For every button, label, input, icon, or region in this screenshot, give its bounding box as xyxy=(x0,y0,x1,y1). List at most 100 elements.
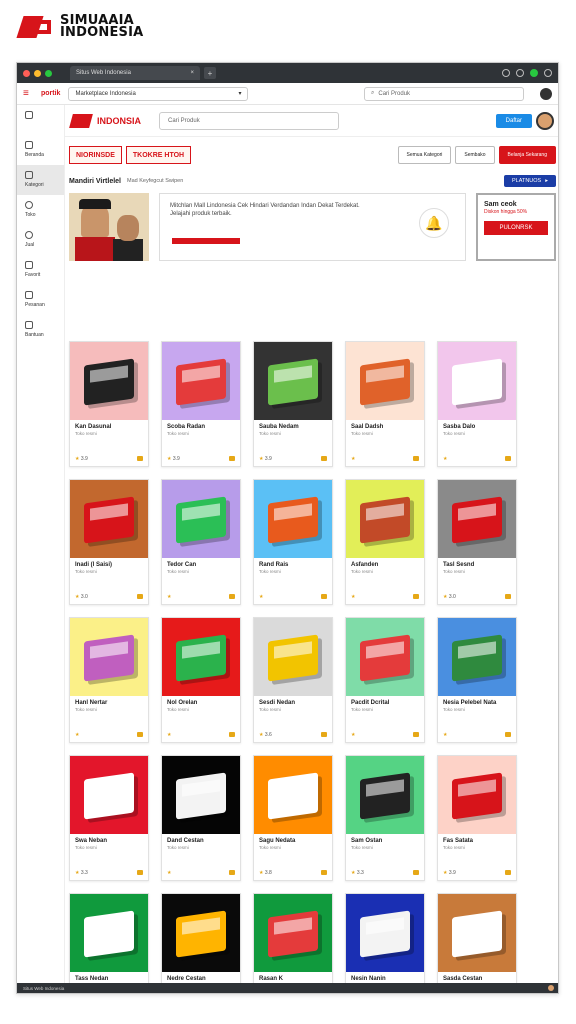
product-name: Tass Nedan xyxy=(75,976,109,982)
site-search-input[interactable]: Cari Produk xyxy=(159,111,340,130)
sidebar-item-jual[interactable]: Jual xyxy=(17,225,64,255)
store-icon xyxy=(25,201,33,209)
box-icon xyxy=(162,756,240,834)
product-card[interactable]: Sam Ostan Toko resmi ★ 3.3 xyxy=(345,755,425,881)
product-card[interactable]: Sasda CestanToko resmi★ xyxy=(437,893,517,993)
product-card[interactable]: Rand Rais Toko resmi ★ xyxy=(253,479,333,605)
extension-icon[interactable] xyxy=(516,69,524,77)
product-card[interactable]: Tass NedanToko resmi★ xyxy=(69,893,149,993)
promo-card: Sam ceok Diskon hingga 50% PULONRSK xyxy=(476,193,556,261)
cart-icon[interactable] xyxy=(413,870,419,875)
cart-icon[interactable] xyxy=(137,870,143,875)
address-search-input[interactable]: ⌕ Cari Produk xyxy=(364,86,524,101)
cart-icon[interactable] xyxy=(137,732,143,737)
product-name: Rasan K xyxy=(259,976,284,982)
product-card[interactable]: Kan Dasunal Toko resmi ★ 3.9 xyxy=(69,341,149,467)
product-card[interactable]: Saal Dadsh Toko resmi ★ xyxy=(345,341,425,467)
cart-icon[interactable] xyxy=(229,870,235,875)
product-card[interactable]: Pacdit Dcrital Toko resmi ★ xyxy=(345,617,425,743)
box-icon xyxy=(70,894,148,972)
tag-chip-1[interactable]: NIORINSDE xyxy=(69,146,122,164)
product-card[interactable]: Nol Orelan Toko resmi ★ xyxy=(161,617,241,743)
product-card[interactable]: Sesdi Nedan Toko resmi ★ 3.6 xyxy=(253,617,333,743)
sidebar-item-home[interactable] xyxy=(17,105,64,135)
profile-icon[interactable] xyxy=(530,69,538,77)
product-card[interactable]: Sagu Nedata Toko resmi ★ 3.8 xyxy=(253,755,333,881)
tag-chip-2[interactable]: TKOKRE HTOH xyxy=(125,146,192,164)
cart-icon[interactable] xyxy=(413,732,419,737)
brand-mark-icon xyxy=(16,14,54,40)
browser-tab[interactable]: Situs Web Indonesia × xyxy=(70,66,200,80)
filter-pill-label: Sembako xyxy=(464,152,486,158)
product-name: Tasl Sesnd xyxy=(443,562,475,568)
sidebar-item-beranda[interactable]: Beranda xyxy=(17,135,64,165)
bell-icon[interactable]: 🔔 xyxy=(419,208,449,238)
reload-icon[interactable] xyxy=(502,69,510,77)
filter-pill-sembako[interactable]: Sembako xyxy=(455,146,495,164)
site-logo[interactable]: INDONSIA xyxy=(69,113,141,128)
product-footer: ★ xyxy=(351,594,419,600)
product-card[interactable]: Inadi (l Saisi) Toko resmi ★ 3.0 xyxy=(69,479,149,605)
minimize-window-icon[interactable] xyxy=(34,69,41,77)
cart-icon[interactable] xyxy=(321,870,327,875)
cart-icon[interactable] xyxy=(321,732,327,737)
cart-icon[interactable] xyxy=(137,456,143,461)
cart-icon[interactable] xyxy=(321,456,327,461)
plant-icon xyxy=(254,894,332,972)
product-footer: ★ 3.8 xyxy=(259,870,327,876)
cart-icon[interactable] xyxy=(505,456,511,461)
cart-icon[interactable] xyxy=(505,594,511,599)
cart-icon[interactable] xyxy=(413,456,419,461)
menu-more-icon[interactable] xyxy=(544,69,552,77)
product-card[interactable]: Hanl Nertar Toko resmi ★ xyxy=(69,617,149,743)
product-card[interactable]: Tasl Sesnd Toko resmi ★ 3.0 xyxy=(437,479,517,605)
product-card[interactable]: Scoba Radan Toko resmi ★ 3.9 xyxy=(161,341,241,467)
sidebar-item-favorit[interactable]: Favorit xyxy=(17,255,64,285)
hamburger-menu-icon[interactable]: ≡ xyxy=(23,88,33,99)
cart-icon[interactable] xyxy=(505,732,511,737)
product-card[interactable]: Fas Satata Toko resmi ★ 3.9 xyxy=(437,755,517,881)
cart-icon[interactable] xyxy=(505,870,511,875)
maximize-window-icon[interactable] xyxy=(45,69,52,77)
cart-icon[interactable] xyxy=(413,594,419,599)
close-window-icon[interactable] xyxy=(23,69,30,77)
product-card[interactable]: Dand Cestan Toko resmi ★ xyxy=(161,755,241,881)
tab-close-icon[interactable]: × xyxy=(190,70,194,76)
sidebar-item-kategori[interactable]: Kategori xyxy=(17,165,64,195)
kiosk-icon xyxy=(438,342,516,420)
cart-icon[interactable] xyxy=(229,456,235,461)
product-card[interactable]: Nesin NaninToko resmi★ xyxy=(345,893,425,993)
sidebar-item-toko[interactable]: Toko xyxy=(17,195,64,225)
cart-icon[interactable] xyxy=(137,594,143,599)
sidebar-item-pesanan[interactable]: Pesanan xyxy=(17,285,64,315)
new-tab-icon[interactable]: + xyxy=(204,67,216,79)
site-word: portik xyxy=(41,90,61,97)
product-footer: ★ xyxy=(443,456,511,462)
category-select[interactable]: Marketplace Indonesia ▾ xyxy=(68,86,249,101)
cart-icon[interactable] xyxy=(321,594,327,599)
signup-button[interactable]: Daftar xyxy=(495,113,532,128)
product-card[interactable]: Sauba Nedam Toko resmi ★ 3.9 xyxy=(253,341,333,467)
cart-icon[interactable] xyxy=(229,594,235,599)
shop-now-button[interactable]: Belanja Sekarang xyxy=(498,146,556,164)
market-icon xyxy=(346,342,424,420)
product-card[interactable]: Rasan KToko resmi★ xyxy=(253,893,333,993)
box-icon xyxy=(346,894,424,972)
cart-icon[interactable] xyxy=(229,732,235,737)
product-card[interactable]: Nesia Pelebel Nata Toko resmi ★ xyxy=(437,617,517,743)
sidebar-item-bantuan[interactable]: Bantuan xyxy=(17,315,64,345)
user-avatar-small[interactable] xyxy=(540,87,552,100)
product-card[interactable]: Swa Neban Toko resmi ★ 3.3 xyxy=(69,755,149,881)
filter-pill-all[interactable]: Semua Kategori xyxy=(397,146,452,164)
product-card[interactable]: Tedor Can Toko resmi ★ xyxy=(161,479,241,605)
product-card[interactable]: Asfanden Toko resmi ★ xyxy=(345,479,425,605)
promo-button[interactable]: PULONRSK xyxy=(484,221,548,235)
product-card[interactable]: Nedre CestanToko resmi★ xyxy=(161,893,241,993)
product-card[interactable]: Sasba Dalo Toko resmi ★ xyxy=(437,341,517,467)
sidebar-item-label: Kategori xyxy=(25,182,44,188)
product-meta: Toko resmi xyxy=(75,431,97,436)
avatar[interactable] xyxy=(536,111,554,130)
product-rating: ★ xyxy=(259,594,263,600)
product-rating-value: 3.8 xyxy=(264,870,272,876)
section-action-button[interactable]: PLATNUOS ▸ xyxy=(503,175,556,187)
